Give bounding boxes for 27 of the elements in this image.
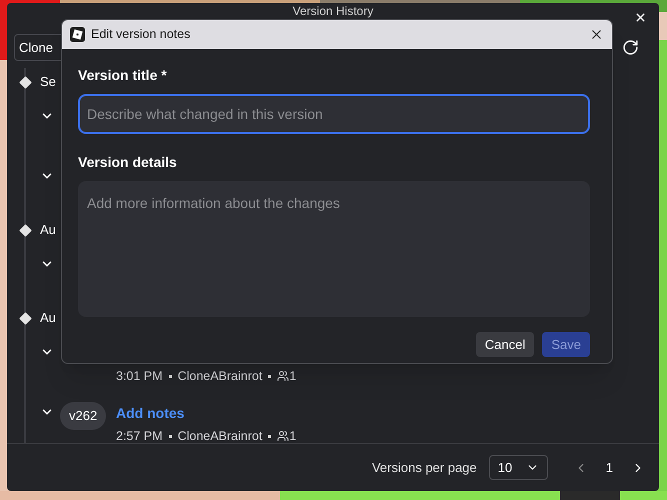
collaborator-count: 1 [289, 370, 296, 382]
refresh-icon[interactable] [622, 39, 639, 56]
field-label: Version details [78, 153, 178, 172]
window-title: Version History [292, 4, 374, 18]
cancel-button[interactable]: Cancel [476, 332, 534, 357]
page-number: 1 [606, 458, 613, 477]
collaborators-icon [277, 430, 290, 442]
group-label: Au [40, 309, 56, 328]
version-time: 2:57 PM [116, 430, 163, 442]
version-time: 3:01 PM [116, 370, 163, 382]
version-badge: v262 [60, 402, 106, 430]
per-page-select[interactable]: 10 [488, 455, 548, 480]
details-field[interactable]: Add more information about the changes [78, 181, 590, 317]
title-field[interactable]: Describe what changed in this version [78, 94, 590, 134]
version-author: CloneABrainrot [178, 430, 262, 442]
field-label: Version title * [78, 66, 168, 85]
add-notes-link[interactable]: Add notes [116, 405, 184, 421]
app-logo-icon [70, 27, 85, 42]
collaborator-count: 1 [289, 430, 296, 442]
group-label: Se [40, 73, 56, 92]
version-author: CloneABrainrot [178, 370, 262, 382]
per-page-label: Versions per page [372, 458, 477, 477]
close-icon[interactable] [589, 27, 604, 42]
dialog-title: Edit version notes [91, 26, 190, 44]
collaborators-icon [277, 370, 290, 382]
close-icon[interactable] [634, 11, 647, 24]
group-label: Au [40, 221, 56, 240]
